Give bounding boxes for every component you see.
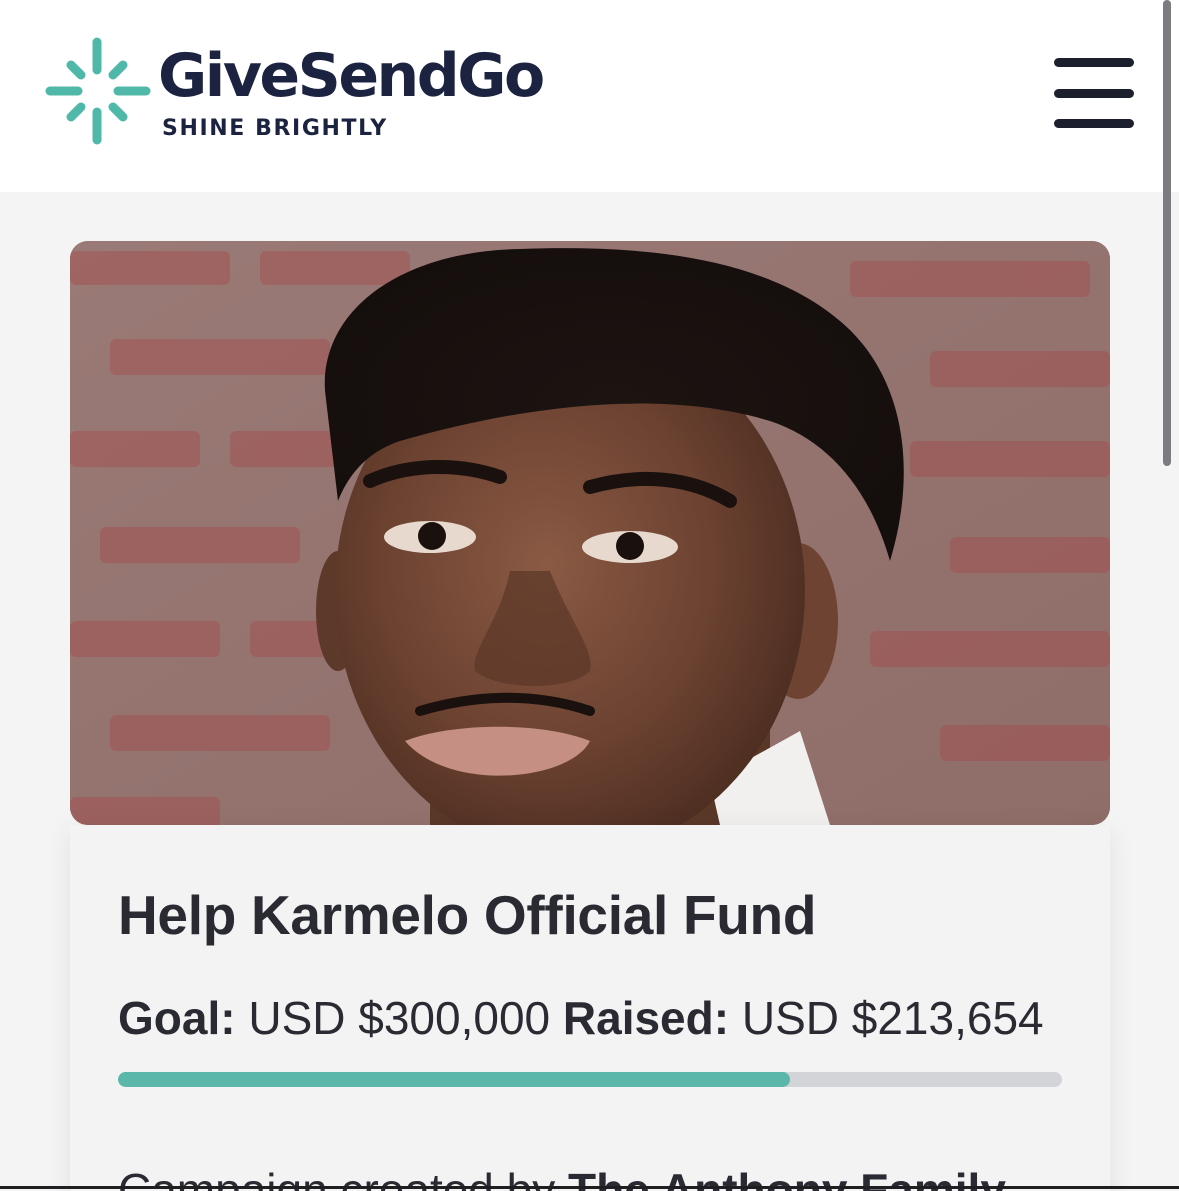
menu-bar-middle (1054, 88, 1134, 98)
bottom-divider (0, 1186, 1179, 1189)
page: GiveSendGo SHINE BRIGHTLY Help Karmelo O… (0, 0, 1179, 1191)
logo-text-block: GiveSendGo SHINE BRIGHTLY (158, 41, 545, 141)
goal-value: USD $300,000 (248, 992, 551, 1044)
brand-logo[interactable]: GiveSendGo SHINE BRIGHTLY (44, 36, 545, 148)
funding-progress-bar (118, 1072, 1062, 1087)
campaign-hero-photo (70, 241, 1110, 825)
hamburger-menu-icon[interactable] (1054, 58, 1134, 128)
campaign-card: Help Karmelo Official Fund Goal: USD $30… (70, 825, 1110, 1191)
menu-bar-bottom (1054, 119, 1134, 128)
brand-name: GiveSendGo (158, 41, 545, 111)
goal-label: Goal: (118, 992, 236, 1044)
brand-tagline: SHINE BRIGHTLY (162, 116, 388, 141)
site-header: GiveSendGo SHINE BRIGHTLY (0, 0, 1179, 192)
portrait-photo (70, 241, 1110, 825)
campaign-title: Help Karmelo Official Fund (118, 884, 817, 946)
sparkle-logo-icon (45, 37, 151, 145)
vertical-scrollbar[interactable] (1163, 0, 1171, 466)
funding-progress-fill (118, 1072, 791, 1087)
raised-value: USD $213,654 (741, 992, 1044, 1044)
raised-label: Raised: (562, 992, 730, 1044)
funding-stats: Goal: USD $300,000 Raised: USD $213,654 (118, 991, 1044, 1045)
menu-bar-top (1054, 58, 1134, 67)
